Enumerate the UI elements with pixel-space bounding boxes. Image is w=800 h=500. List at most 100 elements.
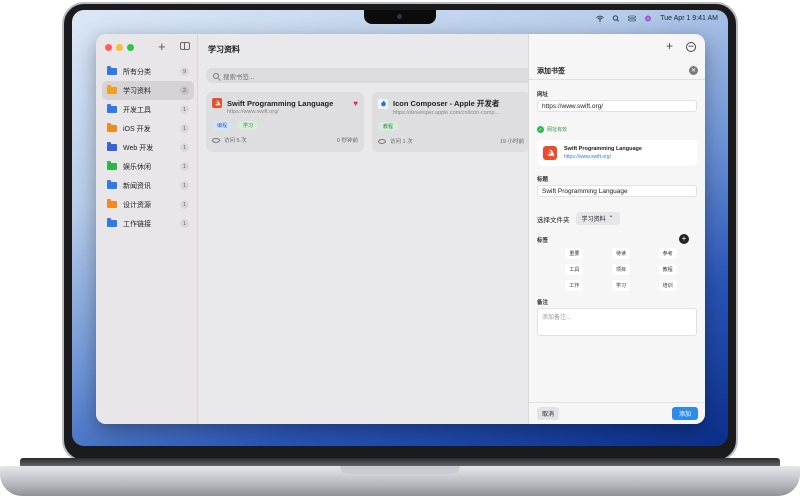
sidebar-item-label: 开发工具: [123, 106, 151, 114]
url-field[interactable]: https://www.swift.org/: [537, 100, 697, 112]
chevron-updown-icon: ⌃: [608, 216, 614, 222]
folder-icon: [107, 180, 117, 189]
sidebar-item-label: 娱乐休闲: [123, 163, 151, 171]
sidebar-item-label: 所有分类: [123, 68, 151, 76]
count-badge: 1: [180, 219, 189, 228]
apple-icon: [378, 98, 388, 109]
card-header: Swift Programming Language ♥: [212, 98, 358, 108]
app-window: + 所有分类 9 学习资料 2 开发工具 1 iOS 开发 1 Web 开发 1 娱乐休闲 1 新闻资讯…: [96, 34, 705, 424]
tag-option[interactable]: 重要: [565, 248, 584, 259]
tag-option[interactable]: 项目: [611, 264, 630, 275]
zoom-window-button[interactable]: [127, 44, 134, 51]
tag-chip[interactable]: 学习: [238, 121, 259, 130]
sidebar-item[interactable]: 设计资源 1: [102, 195, 194, 214]
add-button[interactable]: 添加: [671, 407, 698, 420]
close-window-button[interactable]: [105, 44, 112, 51]
sidebar-item[interactable]: 所有分类 9: [102, 62, 194, 81]
close-icon[interactable]: ✕: [689, 66, 698, 75]
siri-icon[interactable]: [644, 15, 652, 22]
folder-icon: [107, 104, 117, 113]
last-visited: 0 秒钟前: [336, 138, 358, 144]
tags-label: 标签: [537, 238, 549, 244]
url-label: 网址: [537, 92, 549, 98]
card-url: https://www.swift.org/: [227, 109, 279, 115]
folder-label: 选择文件夹: [537, 216, 570, 224]
search-icon[interactable]: [612, 14, 620, 22]
tag-option[interactable]: 教程: [658, 264, 677, 275]
notes-label: 备注: [537, 300, 549, 306]
folder-select-row: 选择文件夹 学习资料 ⌃: [537, 212, 620, 225]
search-input[interactable]: 搜索书签...: [206, 68, 536, 83]
more-options-icon[interactable]: •••: [686, 42, 696, 52]
control-center-icon[interactable]: [628, 15, 637, 22]
add-folder-icon[interactable]: +: [158, 39, 166, 54]
folder-icon: [107, 199, 117, 208]
menu-clock[interactable]: Tue Apr 1 9:41 AM: [660, 15, 718, 22]
sidebar-item-label: 学习资料: [123, 87, 151, 95]
tag-option[interactable]: 参考: [658, 248, 677, 259]
folder-list: 所有分类 9 学习资料 2 开发工具 1 iOS 开发 1 Web 开发 1 娱乐休闲 1 新闻资讯 1 设…: [102, 62, 194, 233]
tag-chip[interactable]: 编程: [212, 121, 233, 130]
add-tag-button[interactable]: +: [679, 234, 689, 244]
title-field[interactable]: Swift Programming Language: [537, 185, 697, 197]
preview-title: Swift Programming Language: [564, 146, 642, 152]
camera-notch: [364, 10, 436, 24]
search-icon: [213, 72, 219, 79]
card-tags: 编程 学习: [212, 121, 358, 130]
visit-count: 访问 1 次: [390, 139, 413, 145]
folder-icon: [107, 123, 117, 132]
tag-option[interactable]: 工作: [565, 280, 584, 291]
card-tags: 教程: [378, 122, 524, 131]
sidebar-toggle-icon[interactable]: [180, 42, 190, 50]
card-footer: 访问 1 次 19 小时前: [378, 137, 524, 145]
card-footer: 访问 5 次 0 秒钟前: [212, 136, 358, 144]
count-badge: 9: [180, 67, 189, 76]
title-label: 标题: [537, 177, 549, 183]
bookmark-card[interactable]: Icon Composer - Apple 开发者 https://develop…: [372, 92, 530, 152]
laptop-lip: [340, 466, 460, 474]
sidebar-item[interactable]: 娱乐休闲 1: [102, 157, 194, 176]
bookmark-card[interactable]: Swift Programming Language ♥ https://www.s…: [206, 92, 364, 152]
last-visited: 19 小时前: [499, 139, 524, 145]
tag-option[interactable]: 工具: [565, 264, 584, 275]
tag-option[interactable]: 学习: [611, 280, 630, 291]
panel-footer: 取消 添加: [529, 402, 705, 424]
folder-icon: [107, 218, 117, 227]
wifi-icon[interactable]: [596, 15, 605, 22]
tag-chip[interactable]: 教程: [378, 122, 399, 131]
count-badge: 1: [180, 105, 189, 114]
desktop: Tue Apr 1 9:41 AM + 所有分类 9 学习资料 2 开发工具 1 iOS 开…: [72, 10, 728, 446]
add-bookmark-icon[interactable]: +: [666, 39, 673, 53]
panel-header: 添加书签 ✕: [529, 62, 705, 80]
sidebar-item[interactable]: 开发工具 1: [102, 100, 194, 119]
sidebar-item-label: 工作链接: [123, 220, 151, 228]
sidebar-item[interactable]: iOS 开发 1: [102, 119, 194, 138]
cancel-button[interactable]: 取消: [537, 407, 560, 420]
url-valid-text: 网址有效: [547, 127, 568, 133]
link-preview: Swift Programming Language https://www.s…: [537, 140, 697, 166]
sidebar-item-label: iOS 开发: [123, 125, 151, 133]
count-badge: 1: [180, 162, 189, 171]
tag-option[interactable]: 待读: [611, 248, 630, 259]
folder-icon: [107, 66, 117, 75]
count-badge: 1: [180, 181, 189, 190]
search-placeholder: 搜索书签...: [223, 73, 255, 81]
preview-url[interactable]: https://www.swift.org/: [564, 154, 642, 160]
count-badge: 1: [180, 143, 189, 152]
folder-icon: [107, 85, 117, 94]
heart-icon[interactable]: ♥: [353, 99, 358, 108]
sidebar-item[interactable]: 新闻资讯 1: [102, 176, 194, 195]
swift-icon: [543, 146, 557, 160]
notes-field[interactable]: 添加备注...: [537, 308, 697, 336]
card-title: Icon Composer - Apple 开发者: [393, 99, 500, 108]
tag-option[interactable]: 培训: [658, 280, 677, 291]
sidebar-item[interactable]: Web 开发 1: [102, 138, 194, 157]
folder-select[interactable]: 学习资料 ⌃: [575, 212, 620, 225]
count-badge: 1: [180, 124, 189, 133]
panel-title: 添加书签: [537, 67, 565, 75]
card-url: https://developer.apple.com/cn/icon-comp…: [393, 110, 500, 116]
card-title: Swift Programming Language: [227, 98, 334, 108]
sidebar-item[interactable]: 工作链接 1: [102, 214, 194, 233]
sidebar-item[interactable]: 学习资料 2: [102, 81, 194, 100]
minimize-window-button[interactable]: [116, 44, 123, 51]
